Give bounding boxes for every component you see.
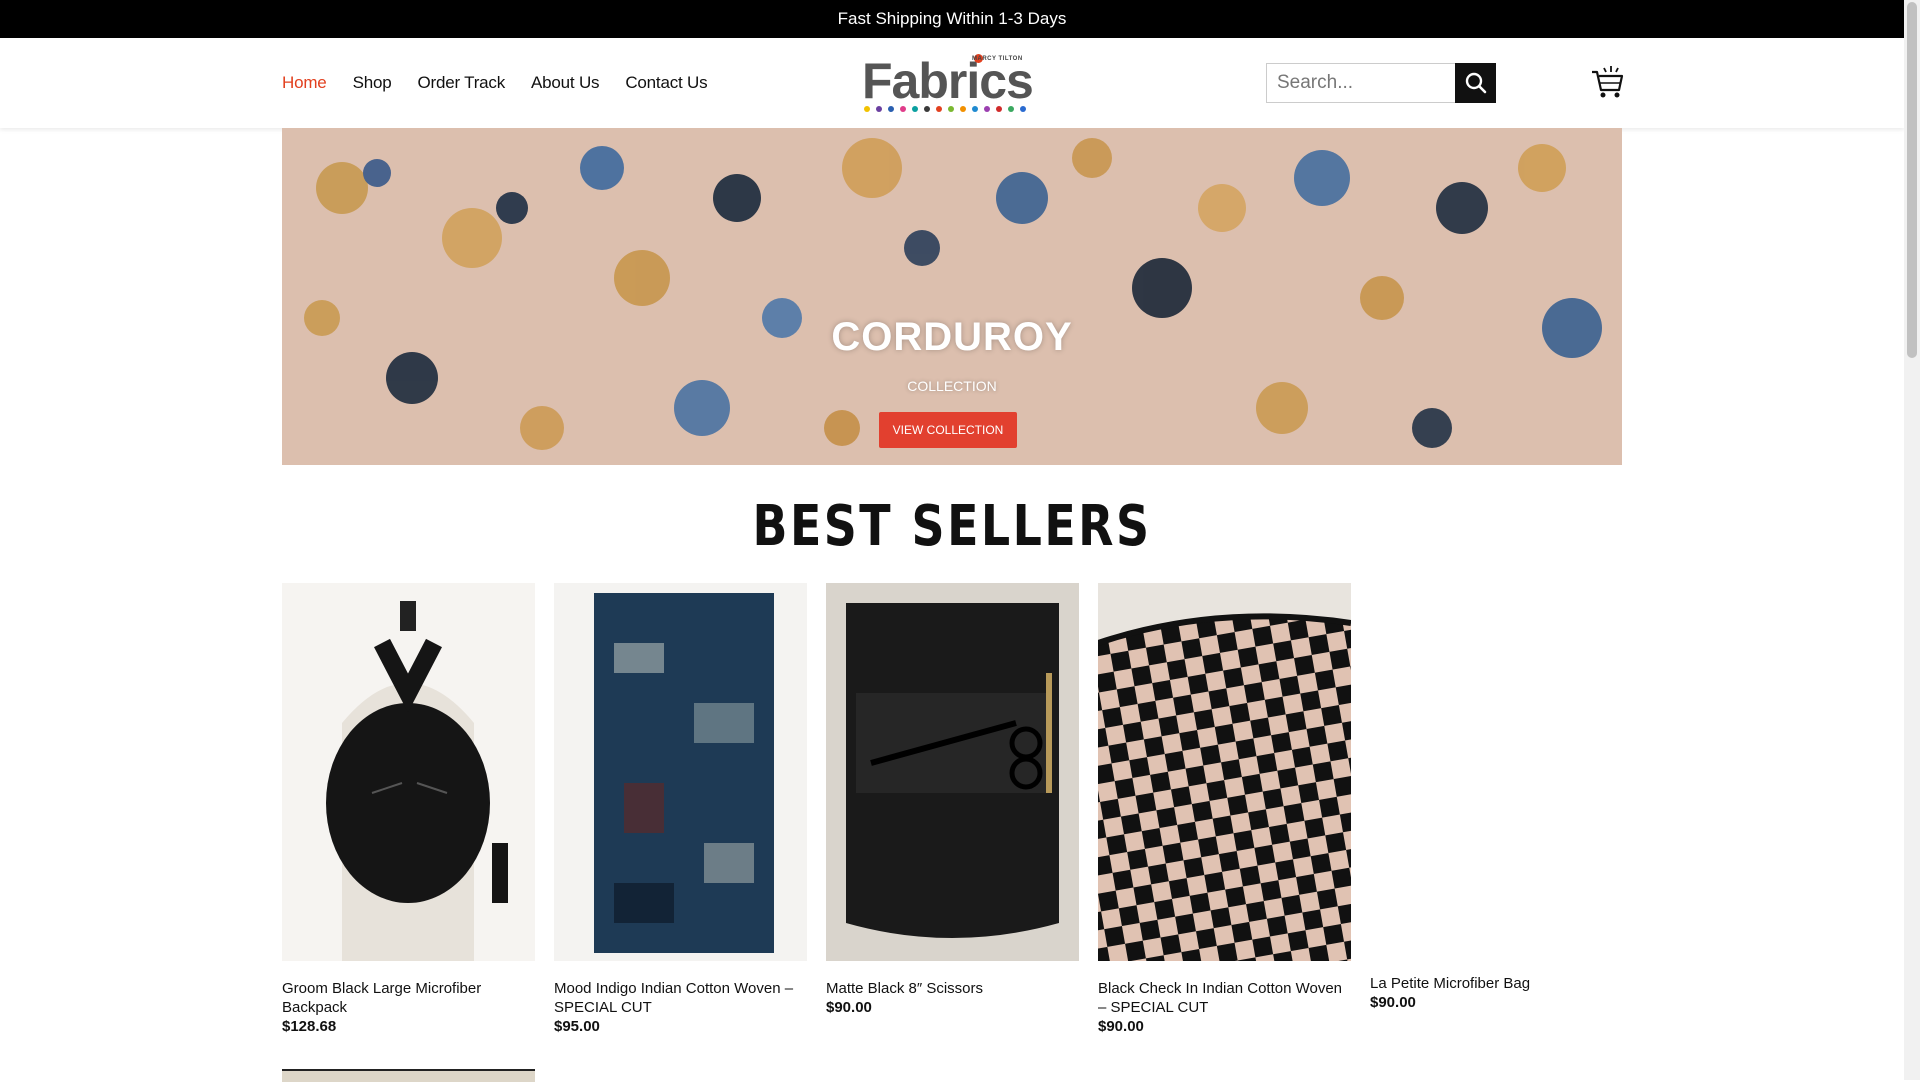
product-name[interactable]: Black Check In Indian Cotton Woven – SPE… bbox=[1098, 979, 1351, 1017]
product-image[interactable] bbox=[554, 583, 807, 961]
search-icon bbox=[1465, 72, 1486, 94]
hero-title: CORDUROY bbox=[831, 315, 1073, 359]
announcement-bar: Fast Shipping Within 1-3 Days bbox=[0, 0, 1904, 38]
product-price: $90.00 bbox=[826, 999, 872, 1016]
product-card[interactable]: Groom Black Large Microfiber Backpack $1… bbox=[282, 583, 535, 1035]
logo-color-dots bbox=[864, 106, 1026, 112]
nav-about-us[interactable]: About Us bbox=[531, 73, 600, 93]
hero-subtitle: COLLECTION bbox=[907, 378, 997, 394]
product-card[interactable]: Black Check In Indian Cotton Woven – SPE… bbox=[1097, 583, 1352, 1035]
hero-banner: CORDUROY COLLECTION VIEW COLLECTION bbox=[282, 128, 1622, 465]
site-header: Home Shop Order Track About Us Contact U… bbox=[0, 38, 1904, 128]
section-title: BEST SELLERS bbox=[752, 494, 1152, 559]
logo-tagline: MARCY TILTON bbox=[972, 56, 1023, 62]
cart-icon bbox=[1592, 66, 1624, 98]
scrollbar-thumb[interactable] bbox=[1907, 2, 1917, 358]
nav-home[interactable]: Home bbox=[282, 73, 327, 93]
product-image[interactable] bbox=[1370, 583, 1623, 961]
product-name[interactable]: Groom Black Large Microfiber Backpack bbox=[282, 979, 535, 1017]
view-collection-button[interactable]: VIEW COLLECTION bbox=[879, 412, 1017, 448]
product-card[interactable]: Matte Black 8″ Scissors $90.00 bbox=[826, 583, 1079, 1016]
product-image[interactable] bbox=[282, 583, 535, 961]
site-logo[interactable]: Fabrics MARCY TILTON bbox=[860, 52, 1050, 114]
product-card[interactable]: La Petite Microfiber Bag $90.00 bbox=[1370, 583, 1623, 1011]
main-nav: Home Shop Order Track About Us Contact U… bbox=[282, 38, 733, 128]
nav-order-track[interactable]: Order Track bbox=[417, 73, 505, 93]
product-image[interactable] bbox=[826, 583, 1079, 961]
product-card[interactable]: Mood Indigo Indian Cotton Woven – SPECIA… bbox=[554, 583, 807, 1035]
product-price: $128.68 bbox=[282, 1018, 337, 1035]
nav-contact-us[interactable]: Contact Us bbox=[625, 73, 707, 93]
cart-button[interactable] bbox=[1590, 64, 1624, 100]
search-form bbox=[1266, 63, 1496, 103]
product-price: $95.00 bbox=[554, 1018, 600, 1035]
logo-wordmark: Fabrics bbox=[862, 53, 1034, 109]
product-name[interactable]: La Petite Microfiber Bag bbox=[1370, 974, 1623, 993]
product-image-partial[interactable] bbox=[282, 1069, 535, 1082]
page-scrollbar[interactable] bbox=[1904, 0, 1920, 1080]
product-image[interactable] bbox=[1097, 583, 1352, 961]
announcement-text: Fast Shipping Within 1-3 Days bbox=[837, 9, 1067, 28]
product-name[interactable]: Matte Black 8″ Scissors bbox=[826, 979, 1079, 998]
product-price: $90.00 bbox=[1370, 994, 1416, 1011]
product-name[interactable]: Mood Indigo Indian Cotton Woven – SPECIA… bbox=[554, 979, 807, 1017]
nav-shop[interactable]: Shop bbox=[353, 73, 392, 93]
product-price: $90.00 bbox=[1098, 1018, 1144, 1035]
search-button[interactable] bbox=[1455, 63, 1496, 103]
search-input[interactable] bbox=[1266, 63, 1455, 103]
